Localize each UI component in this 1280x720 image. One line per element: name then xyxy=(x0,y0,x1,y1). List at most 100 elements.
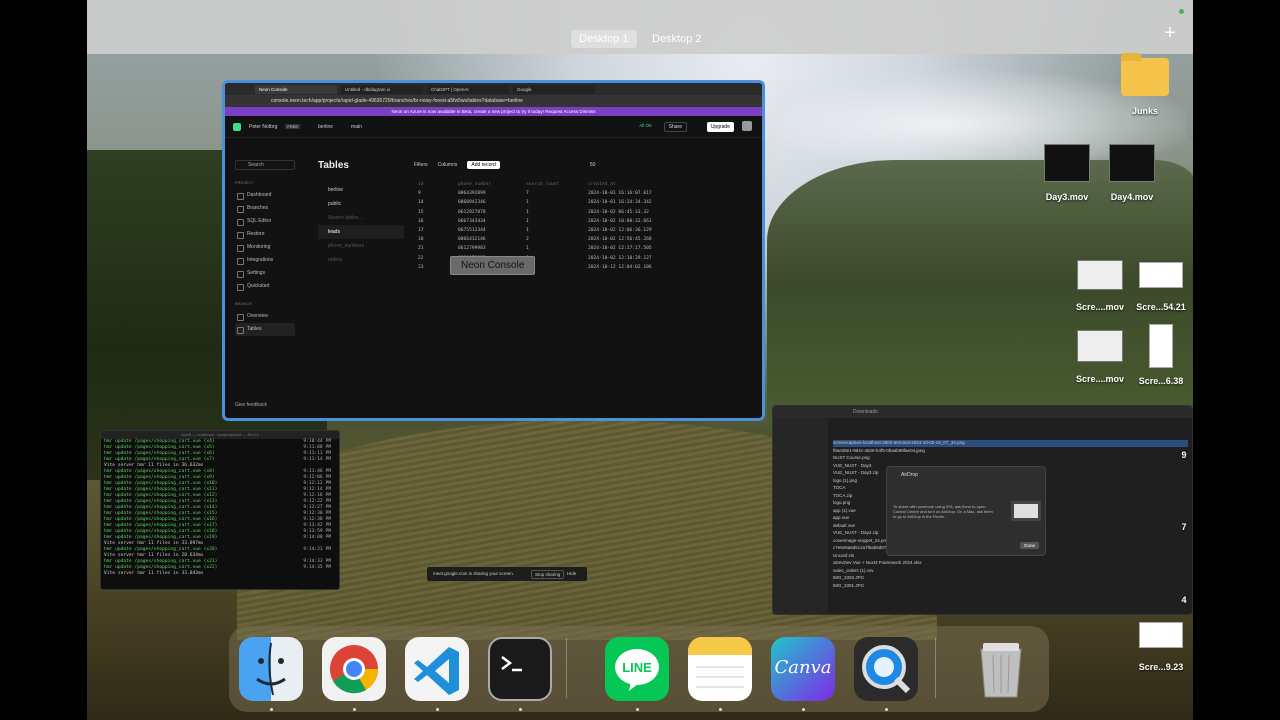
finder-file-row[interactable]: screencapture-localhost-3000-terminal-20… xyxy=(833,440,1188,447)
desktop-file-day4[interactable]: Day4.mov xyxy=(1104,144,1160,202)
table-cell[interactable]: 15 xyxy=(418,208,458,217)
table-row[interactable]: 9 0864392899 7 2024-10-01 16:16:07.017 xyxy=(418,189,758,198)
sidebar-item-restore[interactable]: Restore xyxy=(235,228,295,241)
table-cell[interactable]: 1 xyxy=(526,226,588,235)
table-cell[interactable]: 0612799983 xyxy=(458,244,526,253)
col-header-id[interactable]: id xyxy=(418,180,458,189)
table-cell[interactable]: 2024-10-02 12:56:45.268 xyxy=(588,235,708,244)
table-item-leads[interactable]: leads xyxy=(318,225,404,239)
address-bar[interactable]: console.neon.tech/app/projects/rapid-gla… xyxy=(225,95,762,107)
table-cell[interactable]: 2024-10-02 06:45:33.32 xyxy=(588,208,708,217)
space-desktop-1[interactable]: Desktop 1 xyxy=(571,30,637,48)
table-cell[interactable]: 2024-10-01 16:16:07.017 xyxy=(588,189,708,198)
terminal-window[interactable]: nuxt3 — nodemon ~/projects/nuxt — 80×24 … xyxy=(100,430,340,590)
table-cell[interactable]: 2024-10-01 16:34:34.342 xyxy=(588,198,708,207)
desktop-file-scre-mov-1[interactable]: Scre....mov xyxy=(1070,260,1130,312)
browser-tab-neon[interactable]: Neon Console xyxy=(255,84,337,94)
col-header-phone[interactable]: phone_number xyxy=(458,180,526,189)
table-item-orders[interactable]: orders xyxy=(318,253,404,267)
table-cell[interactable]: 1 xyxy=(526,254,588,263)
sidebar-search[interactable]: Search xyxy=(235,160,295,170)
database-selector[interactable]: berline xyxy=(318,124,333,130)
sidebar-item-settings[interactable]: Settings xyxy=(235,267,295,280)
dock-line[interactable]: LINE xyxy=(605,637,669,701)
table-cell[interactable]: 1 xyxy=(526,217,588,226)
browser-window-neon[interactable]: Neon Console Untitled - dbdiagram.io Cha… xyxy=(222,80,765,421)
space-desktop-2[interactable]: Desktop 2 xyxy=(644,30,710,48)
sidebar-item-quickstart[interactable]: Quickstart xyxy=(235,280,295,293)
table-cell[interactable]: 2024-10-02 12:17:17.505 xyxy=(588,244,708,253)
table-cell[interactable]: 14 xyxy=(418,198,458,207)
upgrade-button[interactable]: Upgrade xyxy=(706,122,734,132)
table-cell[interactable]: 2024-10-12 12:04:02.106 xyxy=(588,263,708,272)
dock-canva[interactable]: Canva xyxy=(771,637,835,701)
table-cell[interactable]: 16 xyxy=(418,217,458,226)
desktop-file-scre-638[interactable]: Scre...6.38 xyxy=(1131,324,1191,386)
desktop-file-scre-5421[interactable]: Scre...54.21 xyxy=(1131,262,1191,312)
search-tables-input[interactable]: Search tables... xyxy=(318,211,404,225)
dock-chrome[interactable] xyxy=(322,637,386,701)
dock-notes[interactable] xyxy=(688,637,752,701)
sidebar-item-branches[interactable]: Branches xyxy=(235,202,295,215)
table-row[interactable]: 18 0866432146 2 2024-10-02 12:56:45.268 xyxy=(418,235,758,244)
schema-select[interactable]: public xyxy=(318,197,404,211)
table-cell[interactable]: 9 xyxy=(418,189,458,198)
share-button[interactable]: Share xyxy=(663,122,687,132)
dock-terminal[interactable] xyxy=(488,637,552,701)
table-cell[interactable]: 1 xyxy=(526,198,588,207)
database-select[interactable]: berline xyxy=(318,183,404,197)
table-cell[interactable]: 2024-10-02 12:06:36.129 xyxy=(588,226,708,235)
dock-quicktime[interactable] xyxy=(854,637,918,701)
finder-file-row[interactable]: NUXT Course.png xyxy=(833,455,1188,462)
user-name[interactable]: Peter Notbrg xyxy=(249,124,277,130)
dock-vscode[interactable] xyxy=(405,637,469,701)
table-cell[interactable]: 2024-10-02 10:08:32.661 xyxy=(588,217,708,226)
table-row[interactable]: 17 0675512344 1 2024-10-02 12:06:36.129 xyxy=(418,226,758,235)
stop-sharing-button[interactable]: Stop sharing xyxy=(531,570,565,579)
desktop-folder-junks[interactable]: Junks xyxy=(1115,53,1175,116)
table-cell[interactable]: 1 xyxy=(526,263,588,272)
table-row[interactable]: 15 0612927878 1 2024-10-02 06:45:33.32 xyxy=(418,208,758,217)
filters-button[interactable]: Filters xyxy=(414,162,428,168)
add-record-button[interactable]: Add record xyxy=(467,161,500,169)
dock-finder[interactable] xyxy=(239,637,303,701)
table-cell[interactable]: 0675512344 xyxy=(458,226,526,235)
table-cell[interactable]: 2 xyxy=(526,235,588,244)
table-cell[interactable]: 0612927878 xyxy=(458,208,526,217)
table-cell[interactable]: 1 xyxy=(526,208,588,217)
sidebar-item-tables[interactable]: Tables xyxy=(235,323,295,336)
table-cell[interactable]: 0864392899 xyxy=(458,189,526,198)
finder-file-row[interactable]: IMG_3301.JPG xyxy=(833,583,1188,590)
finder-file-row[interactable]: sales_orders (1).csv xyxy=(833,568,1188,575)
hide-button[interactable]: Hide xyxy=(567,567,576,581)
col-header-created-at[interactable]: created_at xyxy=(588,180,708,189)
avatar[interactable] xyxy=(742,121,752,131)
desktop-file-day3[interactable]: Day3.mov xyxy=(1039,144,1095,202)
sidebar-item-integrations[interactable]: Integrations xyxy=(235,254,295,267)
table-cell[interactable]: 21 xyxy=(418,244,458,253)
sidebar-item-monitoring[interactable]: Monitoring xyxy=(235,241,295,254)
table-cell[interactable]: 17 xyxy=(418,226,458,235)
branch-selector[interactable]: main xyxy=(351,124,362,130)
table-cell[interactable]: 7 xyxy=(526,189,588,198)
browser-tab-chatgpt[interactable]: ChatGPT | OpenAI xyxy=(427,84,509,94)
table-cell[interactable]: 2024-10-02 12:18:29.127 xyxy=(588,254,708,263)
give-feedback-link[interactable]: Give feedback xyxy=(235,402,267,408)
dock-trash[interactable] xyxy=(969,637,1033,701)
sidebar-item-overview[interactable]: Overview xyxy=(235,310,295,323)
desktop-file-scre-mov-2[interactable]: Scre....mov xyxy=(1070,330,1130,384)
col-header-search-count[interactable]: search_count xyxy=(526,180,588,189)
sidebar-item-dashboard[interactable]: Dashboard xyxy=(235,189,295,202)
finder-file-row[interactable]: f8ae28e1-9d4c-4629-b4f5-0baab98fae04.jpe… xyxy=(833,448,1188,455)
finder-file-row[interactable]: IMG_3303.JPG xyxy=(833,575,1188,582)
table-cell[interactable]: 0667343434 xyxy=(458,217,526,226)
desktop-file-scre-923[interactable]: Scre...9.23 xyxy=(1131,622,1191,672)
finder-window[interactable]: Downloads screencapture-localhost-3000-t… xyxy=(772,405,1193,615)
page-size-select[interactable]: 50 xyxy=(590,162,596,168)
sidebar-item-sql-editor[interactable]: SQL Editor xyxy=(235,215,295,228)
table-row[interactable]: 21 0612799983 1 2024-10-02 12:17:17.505 xyxy=(418,244,758,253)
browser-tab-dbdiagram[interactable]: Untitled - dbdiagram.io xyxy=(341,84,423,94)
table-item-phone-numbers[interactable]: phone_numbers xyxy=(318,239,404,253)
table-row[interactable]: 14 0860942346 1 2024-10-01 16:34:34.342 xyxy=(418,198,758,207)
airdrop-done-button[interactable]: Done xyxy=(1020,542,1039,549)
